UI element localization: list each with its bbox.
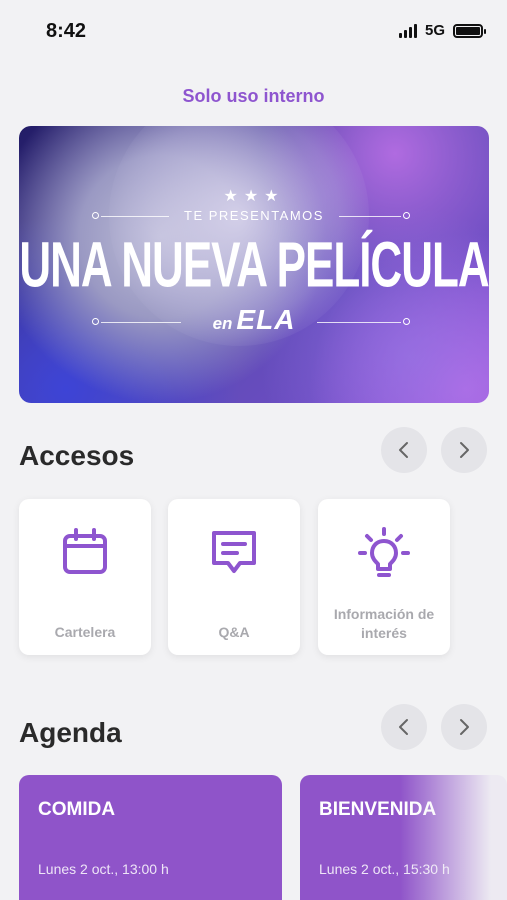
hero-title: UNA NUEVA PELÍCULA [19,230,489,302]
access-card-label-line: Información de [333,606,435,622]
accesos-next-button[interactable] [441,427,487,473]
hero-sub-big: ELA [236,304,296,335]
hero-sub-small: en [212,314,233,333]
hero-content: ★★★ TE PRESENTAMOS UNA NUEVA PELÍCULA en… [19,126,489,403]
agenda-next-button[interactable] [441,704,487,750]
hero-stars: ★★★ [223,188,285,205]
status-bar: 8:42 5G [0,0,507,62]
chevron-left-icon [399,442,408,458]
accesos-title: Accesos [19,440,135,471]
agenda-card-time: Lunes 2 oct., 13:00 h [38,861,169,877]
lightbulb-icon [358,527,410,577]
status-time: 8:42 [46,20,87,42]
accesos-prev-button[interactable] [381,427,427,473]
carousel-fade [400,775,507,900]
battery-icon [453,23,486,38]
access-card-label: Información de interés [324,605,444,643]
agenda-card[interactable]: COMIDA Lunes 2 oct., 13:00 h [19,775,282,900]
hero-subtitle: en ELA [19,304,489,336]
chevron-left-icon [399,719,408,735]
access-card-label-line: interés [361,625,407,641]
internal-use-label: Solo uso interno [182,86,325,106]
access-card-informacion[interactable]: Información de interés [318,499,450,655]
chat-icon [212,531,256,573]
hero-pretitle: TE PRESENTAMOS [184,208,324,223]
agenda-title: Agenda [19,717,122,748]
access-card-label: Q&A [218,624,250,640]
access-card-cartelera[interactable]: Cartelera [19,499,151,655]
access-card-label: Cartelera [54,624,116,640]
agenda-card-title: COMIDA [38,799,116,820]
agenda-prev-button[interactable] [381,704,427,750]
chevron-right-icon [460,719,469,735]
signal-icon [398,23,417,38]
chevron-right-icon [460,442,469,458]
status-icons: 5G [398,22,486,39]
calendar-icon [63,528,107,574]
hero-banner[interactable]: ★★★ TE PRESENTAMOS UNA NUEVA PELÍCULA en… [19,126,489,403]
access-card-qa[interactable]: Q&A [168,499,300,655]
network-label: 5G [424,22,445,39]
